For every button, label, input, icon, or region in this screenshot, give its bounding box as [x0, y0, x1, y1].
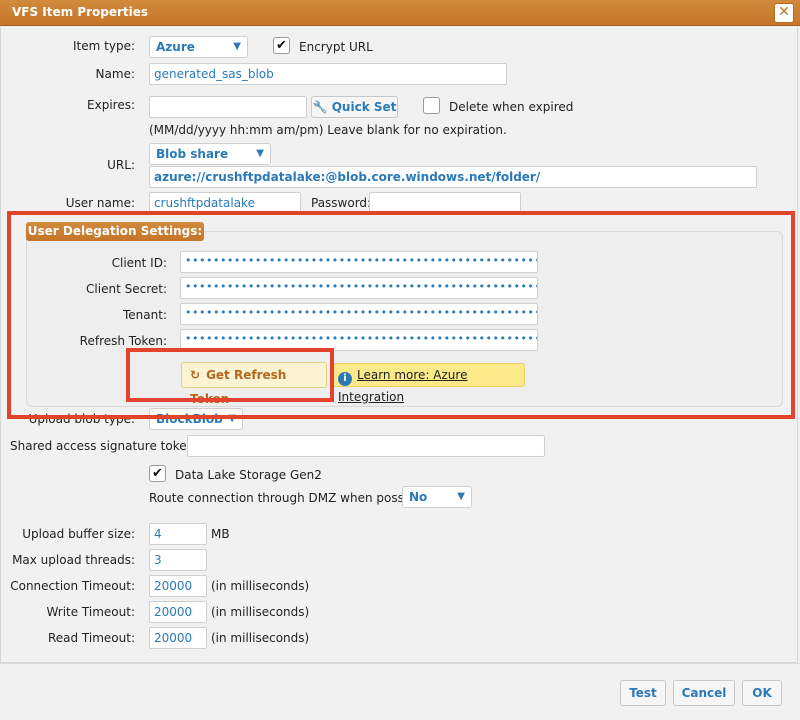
delete-when-expired-label: Delete when expired: [449, 100, 574, 114]
expires-input[interactable]: [149, 96, 307, 118]
sas-token-label: Shared access signature token:: [10, 439, 199, 453]
url-type-value: Blob share: [156, 147, 229, 161]
item-type-value: Azure: [156, 40, 195, 54]
expires-hint: (MM/dd/yyyy hh:mm am/pm) Leave blank for…: [149, 123, 507, 137]
title-bar: VFS Item Properties ✕: [0, 0, 800, 26]
test-button[interactable]: Test: [620, 680, 666, 706]
cancel-button[interactable]: Cancel: [673, 680, 735, 706]
url-type-select[interactable]: Blob share ▼: [149, 143, 271, 165]
write-timeout-input[interactable]: 20000: [149, 601, 207, 623]
dmz-select[interactable]: No ▼: [402, 486, 472, 508]
quick-set-label: Quick Set: [331, 100, 397, 114]
delete-when-expired-checkbox[interactable]: [423, 97, 440, 114]
data-lake-checkbox[interactable]: ✔: [149, 465, 166, 482]
item-type-label: Item type:: [73, 39, 135, 53]
sas-token-input[interactable]: [187, 435, 545, 457]
window-title: VFS Item Properties: [12, 5, 149, 19]
encrypt-url-label: Encrypt URL: [299, 40, 373, 54]
connection-timeout-label: Connection Timeout:: [10, 579, 135, 593]
data-lake-label: Data Lake Storage Gen2: [175, 468, 322, 482]
quick-set-button[interactable]: 🔧 Quick Set: [311, 96, 398, 118]
read-timeout-label: Read Timeout:: [47, 631, 135, 645]
password-label: Password:: [311, 196, 372, 210]
close-icon[interactable]: ✕: [774, 3, 794, 23]
chevron-down-icon: ▼: [233, 41, 241, 52]
encrypt-url-checkbox[interactable]: ✔: [273, 37, 290, 54]
user-name-label: User name:: [65, 196, 135, 210]
upload-buffer-label: Upload buffer size:: [22, 527, 135, 541]
read-timeout-unit: (in milliseconds): [211, 631, 310, 645]
name-input[interactable]: generated_sas_blob: [149, 63, 507, 85]
max-threads-input[interactable]: 3: [149, 549, 207, 571]
upload-buffer-unit: MB: [211, 527, 230, 541]
url-label: URL:: [107, 158, 135, 172]
expires-label: Expires:: [87, 98, 135, 112]
chevron-down-icon: ▼: [256, 148, 264, 159]
connection-timeout-input[interactable]: 20000: [149, 575, 207, 597]
write-timeout-label: Write Timeout:: [46, 605, 135, 619]
token-button-highlight-box: [126, 348, 334, 402]
connection-timeout-unit: (in milliseconds): [211, 579, 310, 593]
chevron-down-icon: ▼: [457, 491, 465, 502]
dmz-value: No: [409, 490, 428, 504]
name-label: Name:: [95, 67, 135, 81]
checkmark-icon: ✔: [276, 38, 287, 53]
wrench-icon: 🔧: [312, 100, 328, 114]
item-type-select[interactable]: Azure ▼: [149, 36, 248, 58]
write-timeout-unit: (in milliseconds): [211, 605, 310, 619]
checkmark-icon: ✔: [152, 466, 163, 481]
footer-divider: [0, 663, 800, 664]
upload-buffer-input[interactable]: 4: [149, 523, 207, 545]
max-threads-label: Max upload threads:: [12, 553, 135, 567]
read-timeout-input[interactable]: 20000: [149, 627, 207, 649]
url-input[interactable]: azure://crushftpdatalake:@blob.core.wind…: [149, 166, 757, 188]
ok-button[interactable]: OK: [742, 680, 782, 706]
dmz-label: Route connection through DMZ when possib…: [149, 491, 430, 505]
